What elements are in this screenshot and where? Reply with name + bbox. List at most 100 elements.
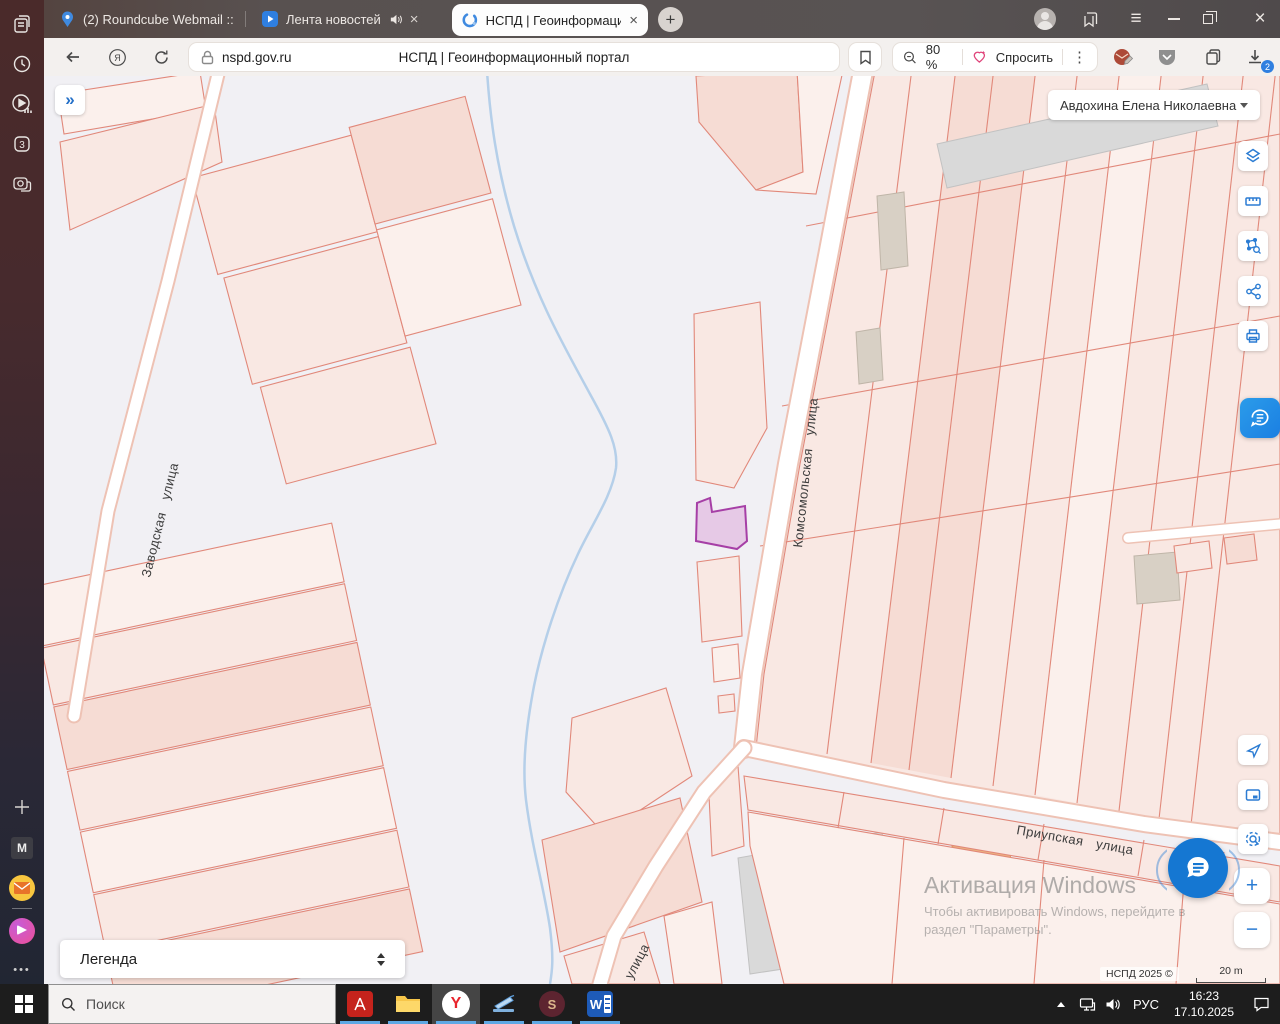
tab-news-feed[interactable]: Лента новостей × xyxy=(262,0,419,38)
cadastral-map[interactable]: Заводская улица Комсомольская улица Приу… xyxy=(44,76,1280,984)
alice-assistant-icon[interactable] xyxy=(0,915,44,947)
zoom-out-icon[interactable] xyxy=(903,50,917,65)
language-indicator[interactable]: РУС xyxy=(1126,997,1166,1012)
tab-counter-icon[interactable]: 3 xyxy=(0,128,44,160)
lock-icon xyxy=(201,50,214,64)
browser-addressbar: Я nspd.gov.ru НСПД | Геоинформационный п… xyxy=(44,38,1280,76)
taskbar-app-word[interactable]: W xyxy=(576,984,624,1024)
volume-icon[interactable] xyxy=(1100,984,1126,1024)
taskbar-app-acrobat[interactable] xyxy=(336,984,384,1024)
folder-icon xyxy=(396,996,420,1012)
taskbar-search-input[interactable]: Поиск xyxy=(48,984,336,1024)
map-scale: 20 m xyxy=(1196,965,1266,983)
yandex-services-button[interactable]: Я xyxy=(102,42,132,72)
system-tray: РУС 16:23 17.10.2025 xyxy=(1048,984,1280,1024)
legend-label: Легенда xyxy=(80,950,138,968)
media-player-icon[interactable] xyxy=(0,88,44,120)
share-tool-button[interactable] xyxy=(1238,276,1268,306)
address-input[interactable]: nspd.gov.ru НСПД | Геоинформационный пор… xyxy=(188,42,840,72)
search-area-button[interactable] xyxy=(1238,824,1268,854)
desktop: 3 M ••• (2) Roundcube Webmail :: Лента н… xyxy=(0,0,1280,1024)
tab-close-icon[interactable]: × xyxy=(629,13,638,28)
browser-tools-chip: 80 % Спросить ⋮ xyxy=(892,42,1098,72)
yandex-mail-icon[interactable] xyxy=(0,872,44,904)
add-panel-icon[interactable] xyxy=(0,791,44,823)
spatial-search-tool-button[interactable] xyxy=(1238,231,1268,261)
chip-separator xyxy=(1062,49,1064,65)
downloads-button[interactable]: 2 xyxy=(1242,45,1274,73)
sidebar-more-icon[interactable]: ••• xyxy=(0,954,44,986)
tab-audio-icon[interactable] xyxy=(389,13,402,26)
zoom-out-button[interactable]: − xyxy=(1234,912,1270,948)
extension-pocket-icon[interactable] xyxy=(1154,45,1180,69)
chat-support-button[interactable] xyxy=(1168,838,1228,898)
history-icon[interactable] xyxy=(0,48,44,80)
tabs-panel-icon[interactable] xyxy=(0,8,44,40)
chip-separator xyxy=(962,49,963,65)
tab-close-icon[interactable]: × xyxy=(410,12,419,27)
taskbar-app-yandex-browser[interactable]: Y xyxy=(432,984,480,1024)
ask-ai-button[interactable]: Спросить xyxy=(996,50,1053,65)
browser-sidebar: 3 M ••• xyxy=(0,0,44,984)
tab-label: НСПД | Геоинформаци xyxy=(485,12,622,28)
roundcube-favicon xyxy=(62,11,73,27)
taskbar-app-s[interactable]: S xyxy=(528,984,576,1024)
download-count-badge: 2 xyxy=(1261,60,1274,73)
windows-taskbar: Поиск Y S W РУС 16:23 17.10.2025 xyxy=(0,984,1280,1024)
svg-text:3: 3 xyxy=(19,140,25,151)
windows-logo-icon xyxy=(15,995,33,1013)
sidebar-divider xyxy=(12,908,32,909)
browser-tabbar: (2) Roundcube Webmail :: Лента новостей … xyxy=(44,0,1280,38)
nspd-favicon xyxy=(462,12,478,28)
scale-bar xyxy=(1196,978,1266,983)
news-favicon xyxy=(262,11,278,27)
measure-tool-button[interactable] xyxy=(1238,186,1268,216)
profile-avatar[interactable] xyxy=(1030,0,1060,38)
tab-roundcube[interactable]: (2) Roundcube Webmail :: xyxy=(60,0,233,38)
svg-text:Я: Я xyxy=(114,53,121,63)
tab-nspd-active[interactable]: НСПД | Геоинформаци × xyxy=(452,4,648,36)
ask-ai-icon xyxy=(973,50,986,63)
feedback-button[interactable] xyxy=(1240,398,1280,438)
bookmarks-panel-icon[interactable] xyxy=(1074,0,1104,38)
print-tool-button[interactable] xyxy=(1238,321,1268,351)
window-minimize-button[interactable] xyxy=(1158,0,1190,38)
legend-panel-toggle[interactable]: Легенда xyxy=(60,940,405,978)
taskbar-app-explorer[interactable] xyxy=(384,984,432,1024)
tab-divider xyxy=(245,11,246,27)
my-location-button[interactable] xyxy=(1238,735,1268,765)
search-icon xyxy=(62,997,75,1011)
map-viewport: Заводская улица Комсомольская улица Приу… xyxy=(44,76,1280,984)
gmail-shortcut-icon[interactable]: M xyxy=(0,832,44,864)
user-name: Авдохина Елена Николаевна xyxy=(1060,97,1237,113)
back-button[interactable] xyxy=(58,42,88,72)
chip-more-icon[interactable]: ⋮ xyxy=(1072,48,1087,66)
clock[interactable]: 16:23 17.10.2025 xyxy=(1166,988,1242,1020)
browser-menu-icon[interactable]: ≡ xyxy=(1120,0,1152,38)
tab-label: Лента новостей xyxy=(286,11,381,27)
tray-time: 16:23 xyxy=(1188,988,1220,1003)
scanner-icon xyxy=(493,994,515,1012)
expand-panel-button[interactable]: » xyxy=(55,85,85,115)
window-restore-button[interactable] xyxy=(1190,0,1226,38)
extension-mail-icon[interactable] xyxy=(1110,45,1136,69)
dropdown-caret-icon xyxy=(1240,102,1248,108)
reload-button[interactable] xyxy=(146,42,176,72)
new-tab-button[interactable]: + xyxy=(658,7,683,32)
start-button[interactable] xyxy=(0,984,48,1024)
tray-chevron-icon[interactable] xyxy=(1048,984,1074,1024)
taskbar-app-scanner[interactable] xyxy=(480,984,528,1024)
action-center-icon[interactable] xyxy=(1242,984,1280,1024)
zoom-level[interactable]: 80 % xyxy=(926,42,953,72)
extension-copy-icon[interactable] xyxy=(1200,45,1226,69)
network-icon[interactable] xyxy=(1074,984,1100,1024)
bookmark-page-button[interactable] xyxy=(848,42,882,72)
overview-map-button[interactable] xyxy=(1238,780,1268,810)
search-placeholder: Поиск xyxy=(86,996,125,1012)
layers-tool-button[interactable] xyxy=(1238,141,1268,171)
url-text: nspd.gov.ru xyxy=(222,49,292,65)
user-account-dropdown[interactable]: Авдохина Елена Николаевна xyxy=(1048,90,1260,120)
window-close-button[interactable]: × xyxy=(1242,0,1278,38)
tray-date: 17.10.2025 xyxy=(1173,1005,1235,1019)
screenshot-icon[interactable] xyxy=(0,168,44,200)
